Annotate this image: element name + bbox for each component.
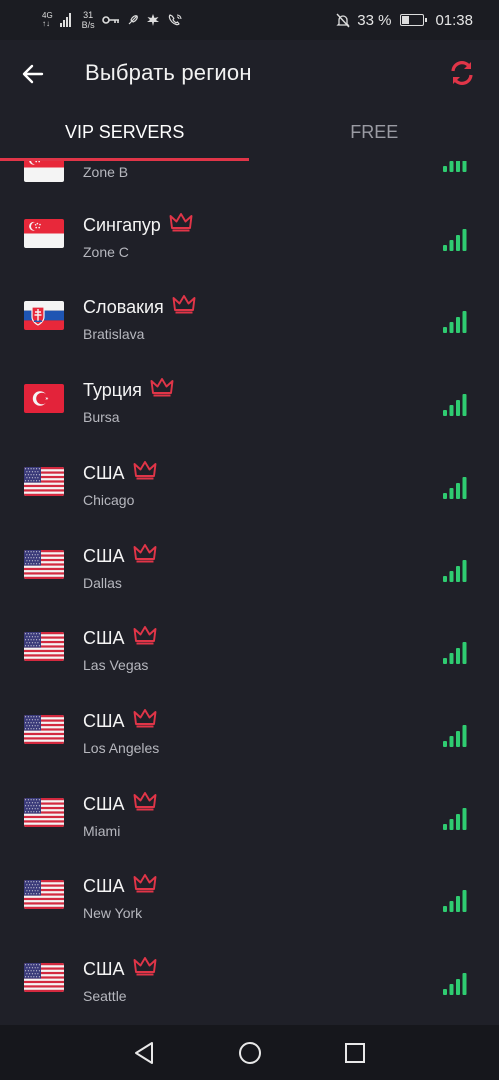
crown-icon bbox=[133, 708, 157, 733]
signal-strength-icon bbox=[442, 724, 468, 747]
triangle-back-icon bbox=[135, 1042, 153, 1064]
signal-strength-icon bbox=[442, 973, 468, 995]
usa-flag-icon bbox=[24, 714, 64, 744]
server-country: Сингапур bbox=[83, 212, 193, 237]
signal-strength-icon bbox=[442, 311, 468, 334]
crown-icon bbox=[133, 625, 157, 650]
page-title: Выбрать регион bbox=[85, 60, 252, 85]
server-row[interactable]: США Seattle bbox=[0, 918, 499, 1004]
usa-flag-icon bbox=[24, 632, 64, 662]
server-list[interactable]: Zone B Сингапур Zone C Словакия Bratislava Ту… bbox=[0, 161, 499, 1025]
refresh-icon bbox=[451, 61, 473, 85]
server-country-label: Словакия bbox=[83, 297, 164, 318]
server-country: США bbox=[83, 625, 157, 650]
status-right: 33 % 01:38 bbox=[336, 12, 473, 29]
signal-strength-icon bbox=[442, 394, 468, 417]
mute-bell-icon bbox=[336, 13, 350, 28]
square-recents-icon bbox=[345, 1043, 365, 1063]
speed-value: 31 bbox=[83, 10, 94, 20]
server-country: США bbox=[83, 708, 157, 733]
arrow-left-icon bbox=[22, 64, 44, 84]
server-row[interactable]: США Dallas bbox=[0, 505, 499, 591]
crown-icon bbox=[169, 212, 193, 237]
server-country: Турция bbox=[83, 377, 174, 402]
system-nav-bar bbox=[0, 1025, 499, 1080]
leaf-icon bbox=[146, 13, 160, 27]
tab-bar: VIP SERVERS FREE bbox=[0, 106, 499, 162]
server-country-label: США bbox=[83, 959, 125, 979]
cell-signal-icon bbox=[59, 13, 71, 27]
server-row[interactable]: Сингапур Zone C bbox=[0, 174, 499, 260]
crown-icon bbox=[133, 543, 157, 568]
signal-strength-icon bbox=[442, 890, 468, 913]
signal-strength-icon bbox=[442, 476, 468, 499]
server-country: США bbox=[83, 956, 157, 981]
server-row[interactable]: Словакия Bratislava bbox=[0, 256, 499, 342]
crown-icon bbox=[150, 377, 174, 402]
circle-home-icon bbox=[239, 1042, 261, 1064]
server-country-label: США bbox=[83, 793, 125, 814]
crown-icon bbox=[133, 791, 157, 816]
signal-strength-icon bbox=[442, 228, 468, 251]
feather-icon bbox=[127, 14, 139, 26]
signal-strength-icon bbox=[442, 807, 468, 830]
crown-icon bbox=[172, 294, 196, 319]
clock: 01:38 bbox=[435, 11, 473, 29]
server-row[interactable]: США New York bbox=[0, 835, 499, 921]
tab-free[interactable]: FREE bbox=[250, 106, 499, 162]
nav-home-button[interactable] bbox=[237, 1040, 263, 1066]
usa-flag-icon bbox=[24, 963, 64, 992]
server-row[interactable]: Zone B bbox=[0, 161, 499, 182]
singapore-flag-icon bbox=[24, 218, 64, 248]
server-country-label: США bbox=[83, 876, 125, 897]
slovakia-flag-icon bbox=[24, 301, 64, 331]
server-row[interactable]: США Miami bbox=[0, 753, 499, 839]
server-country: США bbox=[83, 543, 157, 568]
server-country-label: Сингапур bbox=[83, 214, 161, 235]
key-icon bbox=[101, 14, 120, 26]
server-country: США bbox=[83, 460, 157, 485]
network-type: 4G ↑↓ bbox=[42, 12, 53, 28]
server-row[interactable]: США Chicago bbox=[0, 422, 499, 508]
signal-strength-icon bbox=[442, 161, 468, 172]
server-country: США bbox=[83, 873, 157, 898]
network-arrows: ↑↓ bbox=[42, 19, 50, 28]
wifi-call-icon bbox=[167, 13, 183, 27]
back-button[interactable] bbox=[18, 59, 48, 89]
nav-back-button[interactable] bbox=[131, 1040, 157, 1066]
refresh-button[interactable] bbox=[447, 58, 477, 88]
server-row[interactable]: США Las Vegas bbox=[0, 587, 499, 673]
battery-percent: 33 % bbox=[357, 11, 392, 29]
app-header: Выбрать регион bbox=[0, 40, 499, 106]
server-country: Словакия bbox=[83, 294, 196, 319]
nav-recents-button[interactable] bbox=[342, 1040, 368, 1066]
battery-icon bbox=[400, 14, 428, 26]
signal-strength-icon bbox=[442, 642, 468, 665]
crown-icon bbox=[133, 873, 157, 898]
server-row[interactable]: Турция Bursa bbox=[0, 339, 499, 425]
server-country-label: США bbox=[83, 710, 125, 731]
usa-flag-icon bbox=[24, 797, 64, 827]
network-speed: 31 B/s bbox=[82, 10, 95, 30]
turkey-flag-icon bbox=[24, 384, 64, 414]
server-city: Seattle bbox=[83, 988, 127, 1004]
server-country: США bbox=[83, 791, 157, 816]
crown-icon bbox=[133, 460, 157, 485]
signal-strength-icon bbox=[442, 559, 468, 582]
crown-icon bbox=[133, 956, 157, 981]
speed-unit: B/s bbox=[81, 20, 95, 30]
server-country-label: США bbox=[83, 545, 125, 566]
status-left: 4G ↑↓ 31 B/s bbox=[42, 10, 183, 30]
server-country-label: США bbox=[83, 628, 125, 649]
usa-flag-icon bbox=[24, 466, 64, 496]
status-bar: 4G ↑↓ 31 B/s 33 % 01:38 bbox=[0, 0, 499, 40]
tab-vip-servers[interactable]: VIP SERVERS bbox=[0, 106, 250, 162]
server-country-label: США bbox=[83, 462, 125, 483]
server-country-label: Турция bbox=[83, 380, 142, 401]
server-row[interactable]: США Los Angeles bbox=[0, 670, 499, 756]
usa-flag-icon bbox=[24, 549, 64, 579]
usa-flag-icon bbox=[24, 880, 64, 910]
